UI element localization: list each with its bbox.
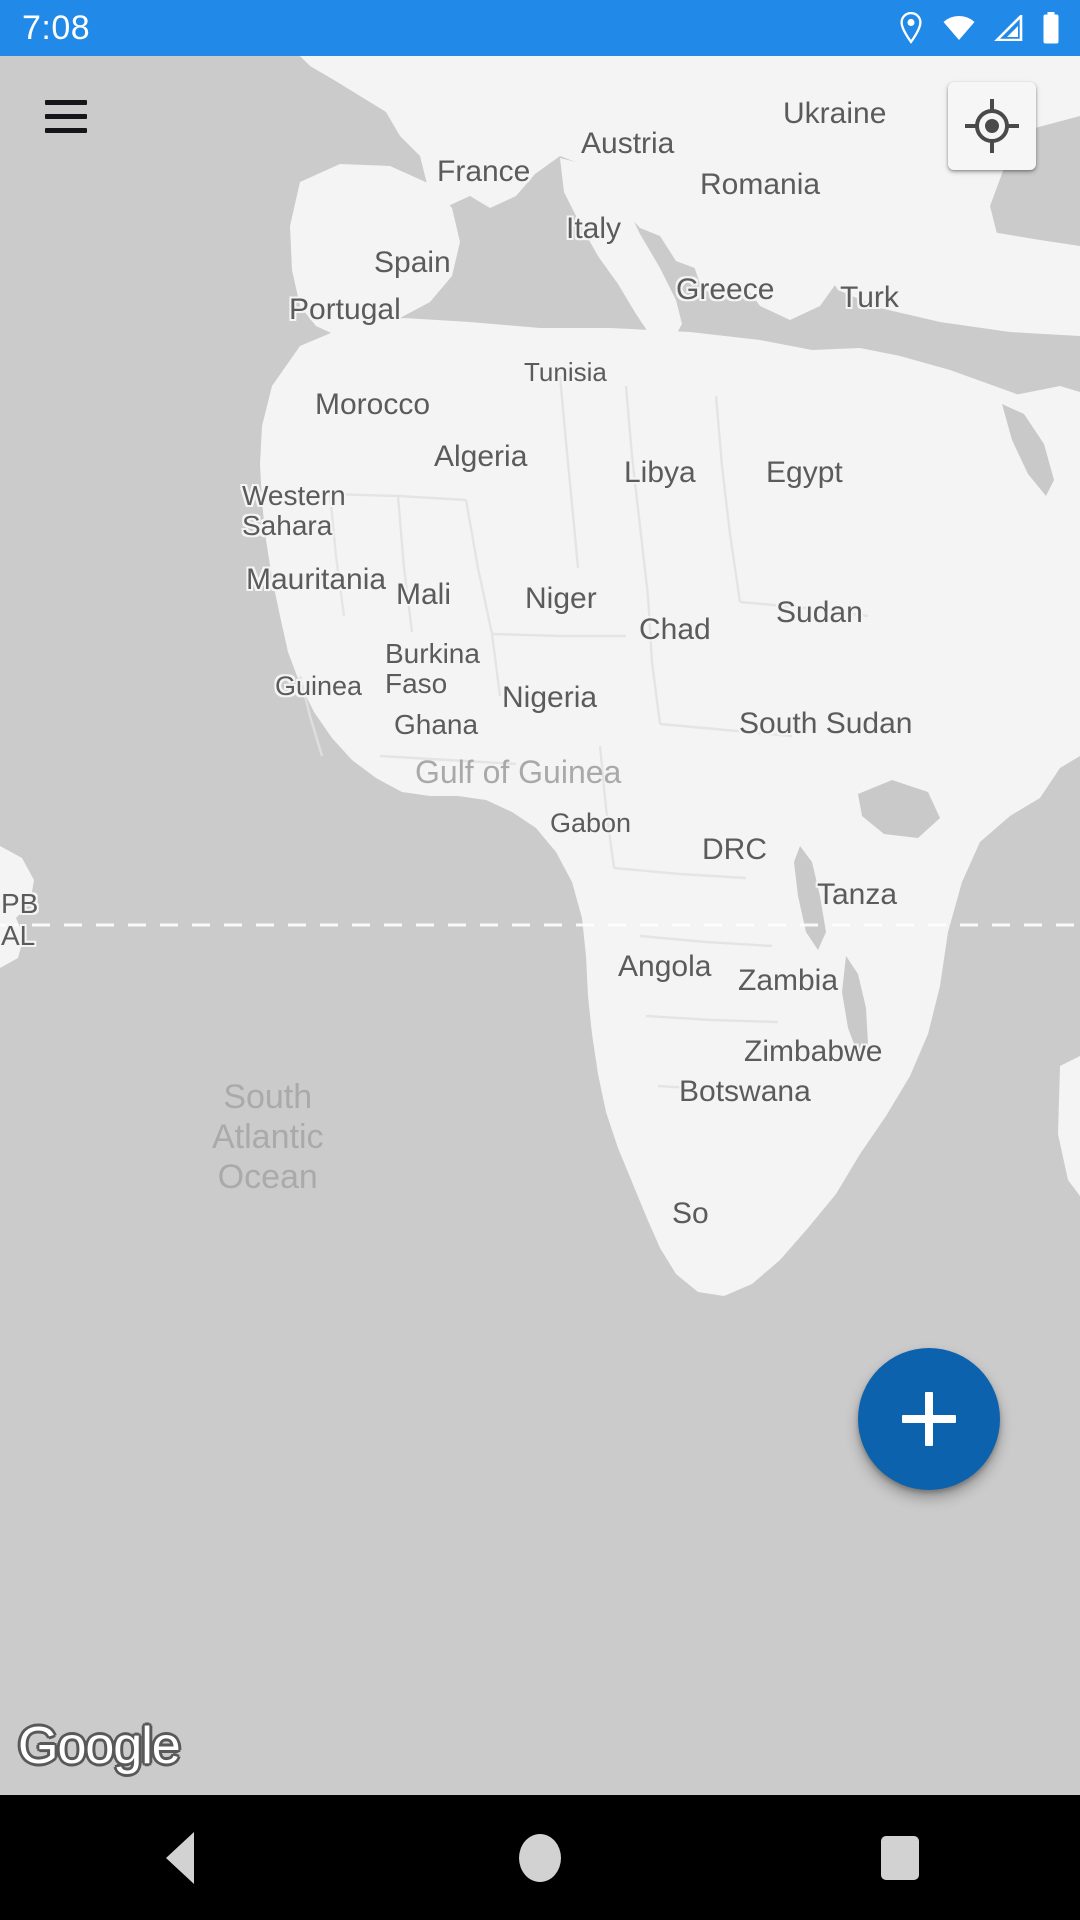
map-canvas[interactable]: .land { fill:#F4F4F4; } .lake { fill:#C9… [0, 56, 1080, 1795]
nav-recents-button[interactable] [810, 1795, 990, 1920]
recents-square-icon [881, 1835, 919, 1880]
plus-icon-vertical [925, 1392, 933, 1446]
hamburger-menu-icon[interactable] [30, 80, 102, 152]
home-circle-icon [519, 1833, 561, 1882]
android-navigation-bar [0, 1795, 1080, 1920]
menu-bar-1 [45, 99, 87, 105]
status-bar: 7:08 [0, 0, 1080, 56]
status-bar-clock: 7:08 [22, 8, 91, 47]
battery-icon [1043, 12, 1059, 44]
my-location-button[interactable] [948, 82, 1036, 170]
wifi-icon [943, 15, 975, 40]
android-screen: 7:08 .land { fill:#F4F4F4; } [0, 0, 1080, 1920]
add-fab-button[interactable] [858, 1348, 1000, 1490]
menu-bar-3 [45, 127, 87, 133]
nav-back-button[interactable] [90, 1795, 270, 1920]
menu-bar-2 [45, 113, 87, 119]
crosshair-icon [965, 99, 1019, 153]
nav-home-button[interactable] [450, 1795, 630, 1920]
status-bar-icons [898, 12, 1060, 44]
cellular-signal-icon [994, 15, 1023, 41]
location-icon [900, 12, 922, 44]
back-triangle-icon [166, 1831, 194, 1884]
map-geometry: .land { fill:#F4F4F4; } .lake { fill:#C9… [0, 56, 1080, 1795]
